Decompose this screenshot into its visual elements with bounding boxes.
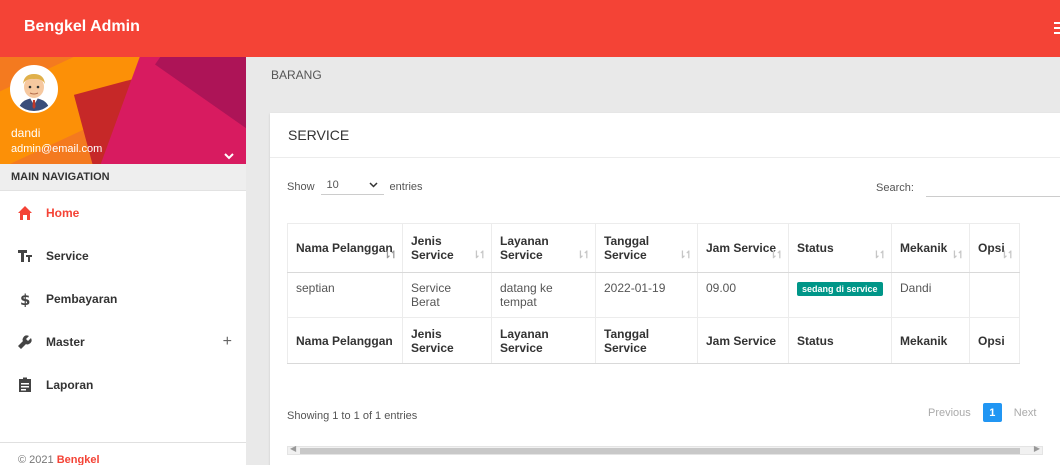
cell-layanan: datang ke tempat [491, 272, 596, 318]
page-title: BARANG [271, 68, 322, 82]
sort-icon: ⇂↿ [769, 250, 784, 261]
cell-tanggal: 2022-01-19 [595, 272, 698, 318]
table-row: septian Service Berat datang ke tempat 2… [287, 272, 1020, 318]
column-footer: Jenis Service [402, 317, 492, 364]
entries-select-value: 10 [326, 179, 339, 191]
wrench-icon [17, 334, 33, 350]
column-footer: Mekanik [891, 317, 970, 364]
sort-icon: ⇂↿ [472, 250, 487, 261]
column-footer: Tanggal Service [595, 317, 698, 364]
sidebar-divider [0, 442, 246, 443]
sidebar-item-pembayaran[interactable]: $ Pembayaran [0, 277, 246, 320]
sort-icon: ⇂↿ [383, 250, 398, 261]
sidebar-item-label: Laporan [46, 377, 94, 392]
table-info: Showing 1 to 1 of 1 entries [287, 410, 418, 422]
sidebar-item-laporan[interactable]: Laporan [0, 363, 246, 406]
column-header[interactable]: Jam Service ⇂↿ [697, 223, 789, 273]
menu-icon[interactable] [1054, 22, 1060, 37]
service-card: SERVICE Show 10 entries Search: Nama Pel… [270, 113, 1060, 465]
brand-title[interactable]: Bengkel Admin [24, 18, 140, 36]
svg-text:$: $ [20, 291, 30, 307]
main-navigation-header: MAIN NAVIGATION [0, 164, 246, 191]
text-fields-icon [17, 248, 33, 264]
column-footer: Nama Pelanggan [287, 317, 403, 364]
sort-icon: ⇂↿ [576, 250, 591, 261]
status-badge: sedang di service [797, 282, 883, 296]
page-1-button[interactable]: 1 [982, 403, 1002, 422]
horizontal-scrollbar[interactable]: ◀ ▶ [287, 444, 1043, 455]
entries-select[interactable]: 10 [320, 179, 384, 195]
sidebar-item-label: Pembayaran [46, 291, 118, 306]
card-title: SERVICE [270, 113, 1060, 158]
cell-jam: 09.00 [697, 272, 789, 318]
column-header[interactable]: Nama Pelanggan ⇂↿ [287, 223, 403, 273]
dollar-icon: $ [17, 291, 33, 307]
entries-length-control: Show 10 entries [287, 179, 423, 195]
column-header[interactable]: Tanggal Service ⇂↿ [595, 223, 698, 273]
column-header[interactable]: Mekanik ⇂↿ [891, 223, 970, 273]
assignment-icon [17, 377, 33, 393]
home-icon [17, 205, 33, 221]
sidebar-item-label: Home [46, 205, 80, 220]
search-control: Search: [876, 179, 1060, 197]
column-footer: Status [788, 317, 892, 364]
column-footer: Opsi [969, 317, 1020, 364]
service-table: Nama Pelanggan ⇂↿ Jenis Service ⇂↿ Layanan… [287, 223, 1020, 364]
user-name: dandi [11, 126, 41, 140]
user-info-panel: dandi admin@email.com [0, 57, 246, 164]
top-navbar: Bengkel Admin [0, 0, 1060, 57]
previous-page-button[interactable]: Previous [928, 407, 971, 419]
footer-brand-link[interactable]: Bengkel [57, 454, 100, 465]
sort-icon: ⇂↿ [950, 250, 965, 261]
cell-mekanik: Dandi [891, 272, 970, 318]
search-label: Search: [876, 182, 914, 194]
footer-copyright: © 2021 [18, 454, 57, 465]
cell-nama: septian [287, 272, 403, 318]
sort-icon: ⇂↿ [872, 250, 887, 261]
cell-status: sedang di service [788, 272, 892, 318]
table-header-row: Nama Pelanggan ⇂↿ Jenis Service ⇂↿ Layanan… [287, 223, 1020, 273]
column-header[interactable]: Jenis Service ⇂↿ [402, 223, 492, 273]
sort-icon: ⇂↿ [678, 250, 693, 261]
length-suffix: entries [389, 181, 423, 193]
scrollbar-thumb[interactable] [300, 448, 1020, 454]
sidebar-item-home[interactable]: Home [0, 191, 246, 234]
cell-jenis: Service Berat [402, 272, 492, 318]
scroll-left-icon[interactable]: ◀ [290, 444, 296, 453]
chevron-down-icon[interactable] [224, 147, 234, 164]
scroll-right-icon[interactable]: ▶ [1034, 444, 1040, 453]
length-prefix: Show [287, 181, 315, 193]
search-input[interactable] [925, 179, 1060, 197]
chevron-down-icon [369, 179, 378, 191]
sidebar-item-service[interactable]: Service [0, 234, 246, 277]
column-footer: Layanan Service [491, 317, 596, 364]
sort-icon: ⇂↿ [1000, 250, 1015, 261]
column-header[interactable]: Status ⇂↿ [788, 223, 892, 273]
sidebar-item-label: Master [46, 334, 85, 349]
sidebar-footer: © 2021 Bengkel [18, 454, 100, 465]
sidebar-item-label: Service [46, 248, 89, 263]
pagination: Previous 1 Next [922, 403, 1042, 422]
expand-plus-icon[interactable]: + [223, 333, 232, 351]
cell-opsi [969, 272, 1020, 318]
column-header[interactable]: Opsi ⇂↿ [969, 223, 1020, 273]
next-page-button[interactable]: Next [1014, 407, 1037, 419]
sidebar: dandi admin@email.com MAIN NAVIGATION Ho… [0, 57, 246, 465]
avatar [10, 65, 58, 113]
table-footer-row: Nama Pelanggan Jenis Service Layanan Ser… [287, 317, 1020, 364]
sidebar-item-master[interactable]: Master + [0, 320, 246, 363]
column-header[interactable]: Layanan Service ⇂↿ [491, 223, 596, 273]
user-email: admin@email.com [11, 143, 103, 155]
column-footer: Jam Service [697, 317, 789, 364]
